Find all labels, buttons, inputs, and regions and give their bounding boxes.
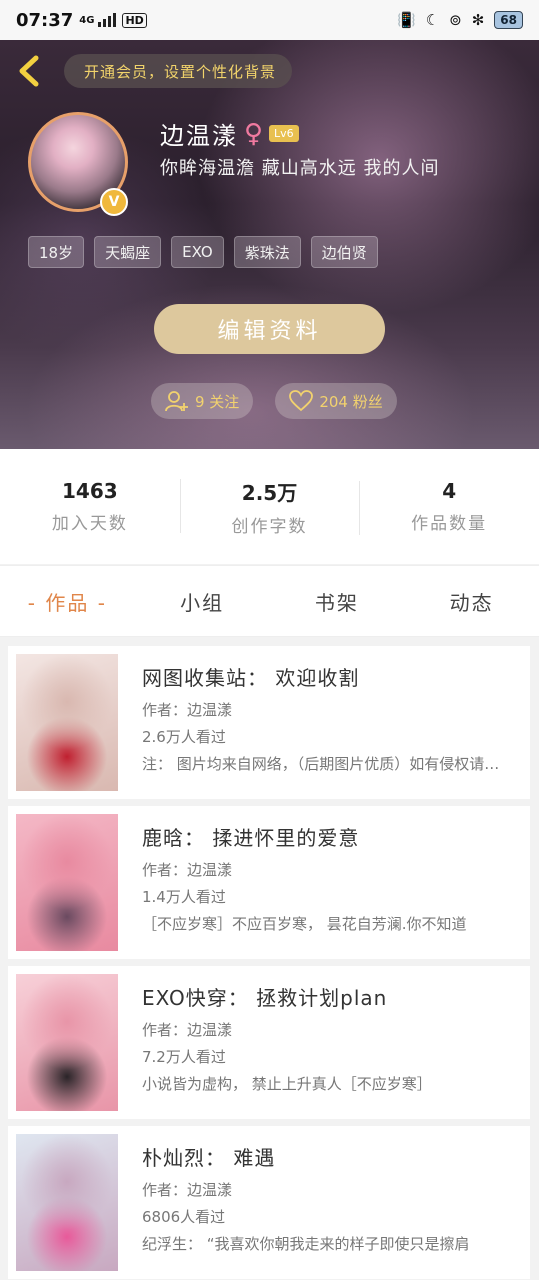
stats-bar: 1463 加入天数 2.5万 创作字数 4 作品数量 — [0, 449, 539, 564]
tab-bookshelf[interactable]: 书架 — [270, 587, 405, 616]
tab-groups[interactable]: 小组 — [135, 587, 270, 616]
book-cover-image — [16, 1134, 118, 1271]
stat-label: 创作字数 — [231, 516, 308, 537]
moon-icon: ☾ — [425, 11, 440, 29]
tab-works[interactable]: - 作品 - — [0, 587, 135, 616]
tag-item: 边伯贤 — [310, 236, 378, 268]
profile-tabs: - 作品 - 小组 书架 动态 — [0, 565, 539, 637]
book-views: 2.6万人看过 — [142, 728, 226, 746]
name-row: 边温漾 ♀ Lv6 — [160, 116, 299, 151]
book-author: 作者：边温漾 — [142, 1021, 233, 1039]
list-item[interactable]: 鹿晗： 揉进怀里的爱意 作者：边温漾 1.4万人看过 ［不应岁寒］不应百岁寒， … — [8, 806, 530, 959]
tab-activity[interactable]: 动态 — [404, 587, 539, 616]
book-cover-image — [16, 974, 118, 1111]
tag-item: 18岁 — [28, 236, 85, 268]
book-author: 作者：边温漾 — [142, 861, 233, 879]
book-author: 作者：边温漾 — [142, 701, 233, 719]
book-description: 小说皆为虚构， 禁止上升真人［不应岁寒］ — [142, 1075, 432, 1093]
follow-row: 9 关注 204 粉丝 — [151, 383, 397, 419]
signal-icon — [98, 13, 117, 27]
tag-list: 18岁 天蝎座 EXO 紫珠法 边伯贤 — [28, 236, 378, 268]
add-user-icon — [165, 391, 188, 412]
status-bar: 07:37 4G HD 📳 ☾ ⊚ ✻ 68 — [0, 0, 539, 40]
battery-icon: 68 — [494, 11, 523, 29]
tag-item: 紫珠法 — [233, 236, 301, 268]
back-button[interactable] — [14, 54, 44, 88]
stat-label: 加入天数 — [51, 514, 128, 534]
heart-icon — [289, 390, 314, 412]
tag-item: 天蝎座 — [94, 236, 162, 268]
hd-badge: HD — [122, 12, 147, 28]
vibrate-icon: 📳 — [397, 11, 416, 29]
stat-label: 作品数量 — [411, 514, 488, 534]
stat-value: 4 — [442, 479, 457, 503]
profile-header: 开通会员，设置个性化背景 V 边温漾 ♀ Lv6 你眸海温澹 藏山高水远 我的人… — [0, 40, 539, 449]
book-views: 6806人看过 — [142, 1208, 226, 1226]
works-list: 网图收集站： 欢迎收割 作者：边温漾 2.6万人看过 注： 图片均来自网络，（后… — [8, 646, 530, 1280]
user-name: 边温漾 — [160, 122, 238, 150]
network-type: 4G — [79, 14, 95, 26]
lock-rotation-icon: ⊚ — [449, 11, 462, 29]
followers-button[interactable]: 204 粉丝 — [275, 383, 397, 419]
book-title: 鹿晗： 揉进怀里的爱意 — [142, 826, 360, 850]
list-item[interactable]: 网图收集站： 欢迎收割 作者：边温漾 2.6万人看过 注： 图片均来自网络，（后… — [8, 646, 530, 799]
edit-profile-button[interactable]: 编辑资料 — [154, 304, 385, 354]
stat-word-count: 2.5万 创作字数 — [179, 477, 360, 537]
book-description: ［不应岁寒］不应百岁寒， 昙花自芳澜.你不知道 — [142, 915, 467, 933]
bluetooth-icon: ✻ — [471, 11, 485, 29]
book-views: 1.4万人看过 — [142, 888, 226, 906]
status-time: 07:37 — [16, 9, 74, 31]
list-item[interactable]: 朴灿烈： 难遇 作者：边温漾 6806人看过 纪浮生： “我喜欢你朝我走来的样子… — [8, 1126, 530, 1279]
avatar[interactable]: V — [28, 112, 130, 216]
vip-background-banner[interactable]: 开通会员，设置个性化背景 — [64, 54, 293, 88]
list-item[interactable]: EXO快穿： 拯救计划plan 作者：边温漾 7.2万人看过 小说皆为虚构， 禁… — [8, 966, 530, 1119]
book-description: 纪浮生： “我喜欢你朝我走来的样子即使只是擦肩 — [142, 1235, 470, 1253]
stat-value: 1463 — [62, 479, 118, 503]
book-title: 朴灿烈： 难遇 — [142, 1146, 276, 1170]
book-author: 作者：边温漾 — [142, 1181, 233, 1199]
book-cover-image — [16, 814, 118, 951]
tag-item: EXO — [171, 236, 224, 268]
book-title: EXO快穿： 拯救计划plan — [142, 986, 388, 1010]
verified-icon: V — [100, 188, 128, 216]
book-views: 7.2万人看过 — [142, 1048, 226, 1066]
book-cover-image — [16, 654, 118, 791]
book-description: 注： 图片均来自网络，（后期图片优质）如有侵权请联系删除 — [142, 755, 512, 773]
following-button[interactable]: 9 关注 — [151, 383, 254, 419]
followers-label: 204 粉丝 — [319, 392, 383, 411]
stat-join-days: 1463 加入天数 — [0, 479, 180, 534]
stat-works-count: 4 作品数量 — [359, 479, 539, 535]
stat-value: 2.5万 — [241, 480, 298, 505]
female-icon: ♀ — [244, 118, 264, 149]
user-bio: 你眸海温澹 藏山高水远 我的人间 — [160, 158, 440, 179]
level-badge: Lv6 — [269, 125, 299, 142]
chevron-left-icon — [19, 55, 39, 87]
book-title: 网图收集站： 欢迎收割 — [142, 666, 360, 690]
following-label: 9 关注 — [195, 392, 240, 411]
